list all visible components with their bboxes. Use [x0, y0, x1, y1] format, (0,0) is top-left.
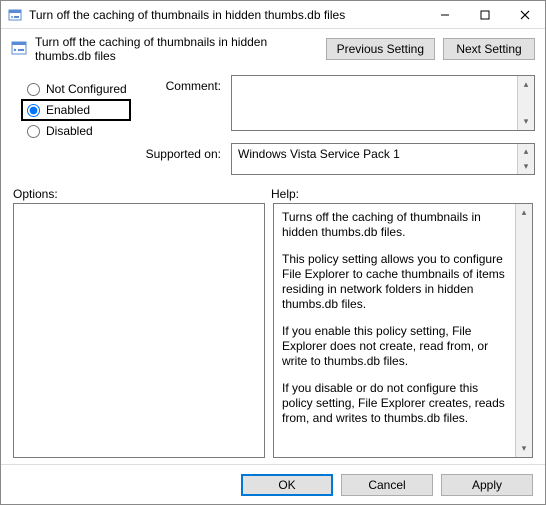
maximize-button[interactable]	[465, 1, 505, 29]
help-p1: Turns off the caching of thumbnails in h…	[282, 210, 507, 240]
help-p2: This policy setting allows you to config…	[282, 252, 507, 312]
policy-icon	[11, 40, 27, 59]
config-area: Not Configured Enabled Disabled Comment:…	[1, 71, 545, 141]
options-label: Options:	[13, 187, 271, 201]
scroll-up-icon[interactable]: ▴	[518, 76, 534, 93]
titlebar: Turn off the caching of thumbnails in hi…	[1, 1, 545, 29]
radio-enabled-label: Enabled	[46, 103, 90, 117]
scroll-up-icon[interactable]: ▴	[518, 144, 534, 159]
radio-disabled-label: Disabled	[46, 124, 93, 138]
help-pane: Turns off the caching of thumbnails in h…	[273, 203, 533, 458]
radio-not-configured-label: Not Configured	[46, 82, 127, 96]
radio-not-configured-input[interactable]	[27, 83, 40, 96]
scroll-up-icon[interactable]: ▴	[516, 204, 532, 221]
comment-textarea[interactable]: ▴ ▾	[231, 75, 535, 131]
supported-label: Supported on:	[141, 143, 221, 161]
help-p3: If you enable this policy setting, File …	[282, 324, 507, 369]
help-label: Help:	[271, 187, 299, 201]
comment-scrollbar[interactable]: ▴ ▾	[517, 76, 534, 130]
supported-row: Supported on: Windows Vista Service Pack…	[1, 141, 545, 181]
previous-setting-button[interactable]: Previous Setting	[326, 38, 435, 60]
cancel-button[interactable]: Cancel	[341, 474, 433, 496]
radio-disabled-input[interactable]	[27, 125, 40, 138]
comment-label: Comment:	[141, 75, 221, 141]
options-pane	[13, 203, 265, 458]
scroll-down-icon[interactable]: ▾	[518, 113, 534, 130]
state-radio-group: Not Configured Enabled Disabled	[27, 75, 131, 141]
policy-dialog: Turn off the caching of thumbnails in hi…	[0, 0, 546, 505]
apply-button[interactable]: Apply	[441, 474, 533, 496]
supported-scrollbar[interactable]: ▴ ▾	[517, 144, 534, 174]
supported-on-value: Windows Vista Service Pack 1	[238, 147, 400, 161]
header-row: Turn off the caching of thumbnails in hi…	[1, 29, 545, 71]
radio-enabled-input[interactable]	[27, 104, 40, 117]
next-setting-button[interactable]: Next Setting	[443, 38, 535, 60]
app-icon	[7, 7, 23, 23]
ok-button[interactable]: OK	[241, 474, 333, 496]
help-text: Turns off the caching of thumbnails in h…	[274, 204, 515, 457]
close-button[interactable]	[505, 1, 545, 29]
help-p4: If you disable or do not configure this …	[282, 381, 507, 426]
dialog-footer: OK Cancel Apply	[1, 464, 545, 504]
scroll-down-icon[interactable]: ▾	[516, 440, 532, 457]
supported-on-field: Windows Vista Service Pack 1 ▴ ▾	[231, 143, 535, 175]
scroll-down-icon[interactable]: ▾	[518, 159, 534, 174]
radio-enabled[interactable]: Enabled	[21, 99, 131, 121]
pane-labels: Options: Help:	[1, 181, 545, 203]
panes: Turns off the caching of thumbnails in h…	[1, 203, 545, 464]
minimize-button[interactable]	[425, 1, 465, 29]
radio-not-configured[interactable]: Not Configured	[27, 79, 131, 99]
help-scrollbar[interactable]: ▴ ▾	[515, 204, 532, 457]
window-title: Turn off the caching of thumbnails in hi…	[29, 8, 425, 22]
radio-disabled[interactable]: Disabled	[27, 121, 131, 141]
header-title: Turn off the caching of thumbnails in hi…	[35, 35, 318, 63]
